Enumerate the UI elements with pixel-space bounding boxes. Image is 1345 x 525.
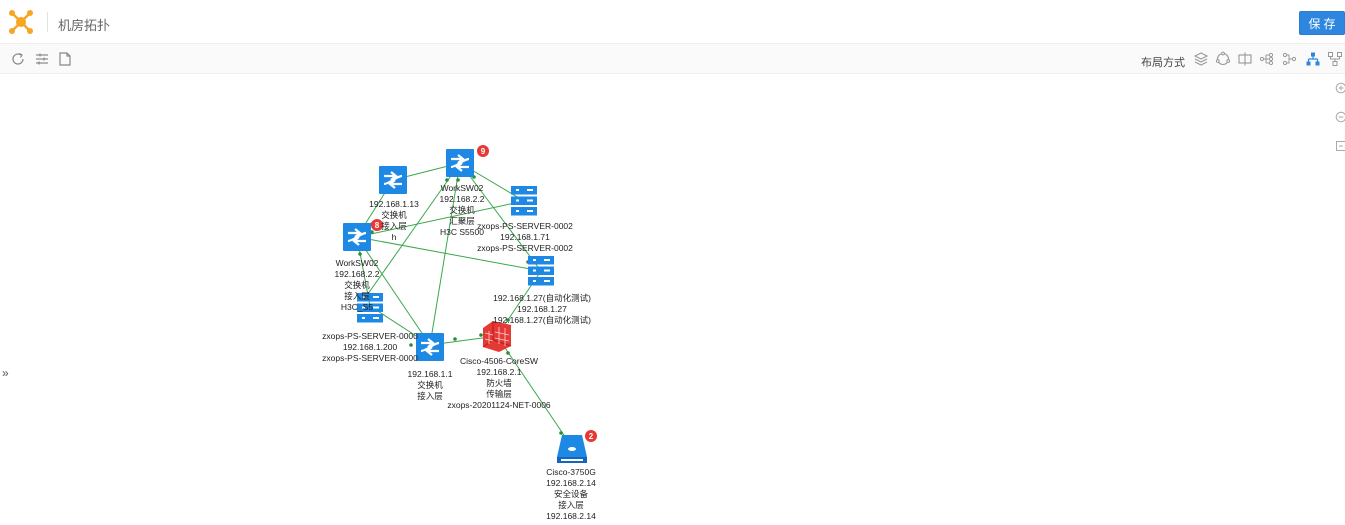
- node-label-line: 传输层: [486, 389, 512, 399]
- node-label-line: 交换机: [381, 210, 407, 220]
- switch-node-192-168-1-13[interactable]: [377, 164, 409, 196]
- alarm-badge: 9: [477, 145, 489, 157]
- refresh-icon[interactable]: [10, 51, 26, 67]
- node-label-line: 192.168.1.71: [500, 232, 550, 242]
- switch-icon: [377, 164, 409, 196]
- node-label-line: WorkSW02: [335, 258, 379, 268]
- topology-logo-icon: [9, 10, 33, 34]
- node-label-192-168-1-27: 192.168.1.27(自动化测试) 192.168.1.27 192.168…: [493, 293, 591, 326]
- alarm-badge-count: 2: [589, 432, 594, 441]
- node-label-line: 接入层: [381, 221, 407, 231]
- node-label-line: 安全设备: [553, 489, 589, 499]
- node-label-line: 交换机: [417, 380, 443, 390]
- server-icon: [511, 186, 537, 216]
- hierarchy-icon[interactable]: [1305, 51, 1321, 67]
- node-label-line: 192.168.1.200: [342, 342, 398, 352]
- switch-node-worksw02-core[interactable]: [444, 147, 476, 179]
- tree-left-icon[interactable]: [1282, 51, 1298, 67]
- layout-mode-label: 布局方式: [1141, 57, 1185, 69]
- circle-layout-icon[interactable]: [1215, 51, 1231, 67]
- topology-graph: 9 8 2: [341, 145, 597, 463]
- node-label-line: 192.168.2.2: [439, 194, 485, 204]
- switch-node-192-168-1-1[interactable]: [414, 331, 446, 363]
- alarm-badge: 2: [585, 430, 597, 442]
- toolbar: 布局方式: [0, 44, 1345, 74]
- node-label-worksw02-access: WorkSW02 192.168.2.2 交换机 接入层 H3C_S5: [335, 258, 380, 313]
- node-label-line: zxops-PS-SERVER-0000: [322, 353, 418, 363]
- switch-icon: [341, 221, 373, 253]
- topology-canvas[interactable]: 9 8 2 192.168.1.13 交换机 接入层 h WorkSW02 19…: [0, 75, 1345, 525]
- server-icon: [528, 256, 554, 286]
- document-icon[interactable]: [57, 51, 73, 67]
- node-label-line: 192.168.1.27(自动化测试): [493, 315, 591, 325]
- node-label-line: H3C_S5: [340, 302, 374, 312]
- node-label-line: 接入层: [344, 291, 370, 301]
- tree-right-icon[interactable]: [1259, 51, 1275, 67]
- alarm-badge-count: 9: [481, 147, 486, 156]
- node-label-line: 192.168.2.1: [476, 367, 522, 377]
- filter-icon[interactable]: [34, 51, 50, 67]
- switch-icon: [414, 331, 446, 363]
- node-label-line: Cisco-4506-CoreSW: [460, 356, 538, 366]
- node-label-line: zxops-PS-SERVER-0002: [477, 243, 573, 253]
- node-label-192-168-1-13: 192.168.1.13 交换机 接入层 h: [369, 199, 419, 243]
- split-layout-icon[interactable]: [1237, 51, 1253, 67]
- node-label-line: zxops-PS-SERVER-0000: [322, 331, 418, 341]
- node-label-192-168-1-1: 192.168.1.1 交换机 接入层: [408, 369, 453, 402]
- server-node-zxops-ps-server-0002[interactable]: [511, 186, 537, 216]
- node-label-line: 防火墙: [486, 378, 512, 388]
- node-label-line: 交换机: [449, 205, 475, 215]
- node-label-line: 192.168.1.27: [517, 304, 567, 314]
- save-button[interactable]: 保存: [1299, 11, 1345, 35]
- server-node-192-168-1-27[interactable]: [528, 256, 554, 286]
- switch-node-worksw02-access[interactable]: [341, 221, 373, 253]
- node-label-line: zxops-20201124-NET-0006: [447, 400, 551, 410]
- node-label-line: 接入层: [417, 391, 443, 401]
- security-device-icon: [557, 435, 587, 463]
- node-label-line: 192.168.2.14: [546, 511, 596, 521]
- node-label-line: WorkSW02: [440, 183, 484, 193]
- node-label-line: Cisco-3750G: [546, 467, 596, 477]
- node-label-line: 接入层: [558, 500, 584, 510]
- switch-icon: [444, 147, 476, 179]
- node-label-line: 192.168.1.27(自动化测试): [493, 293, 591, 303]
- node-label-cisco-3750g: Cisco-3750G 192.168.2.14 安全设备 接入层 192.16…: [546, 467, 596, 522]
- node-label-line: 交换机: [344, 280, 370, 290]
- node-label-line: 192.168.1.1: [407, 369, 453, 379]
- node-label-line: h: [391, 232, 397, 242]
- node-label-zxops-ps-server-0000: zxops-PS-SERVER-0000 192.168.1.200 zxops…: [322, 331, 418, 364]
- network-icon[interactable]: [1327, 51, 1343, 67]
- node-label-line: zxops-PS-SERVER-0002: [477, 221, 573, 231]
- node-label-line: 192.168.2.14: [546, 478, 596, 488]
- security-node-cisco-3750g[interactable]: [557, 435, 587, 463]
- node-label-cisco-4506: Cisco-4506-CoreSW 192.168.2.1 防火墙 传输层 zx…: [447, 356, 550, 411]
- app-header: 机房拓扑 保存: [0, 0, 1345, 44]
- page-title: 机房拓扑: [58, 18, 111, 33]
- header-divider: [47, 12, 48, 32]
- layers-icon[interactable]: [1193, 51, 1209, 67]
- node-label-line: 192.168.1.13: [369, 199, 419, 209]
- node-label-line: 192.168.2.2: [334, 269, 380, 279]
- node-label-zxops-ps-server-0002: zxops-PS-SERVER-0002 192.168.1.71 zxops-…: [477, 221, 573, 254]
